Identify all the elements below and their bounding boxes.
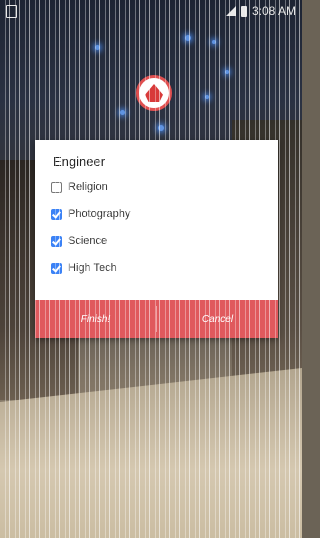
notification-icon	[6, 4, 17, 18]
option-high-tech[interactable]: High Tech	[51, 258, 117, 278]
checkbox-checked-icon[interactable]	[51, 235, 62, 247]
cancel-button[interactable]: Cancel	[157, 300, 278, 338]
option-label: Science	[68, 235, 108, 247]
light-dot	[120, 110, 125, 115]
option-label: Religion	[68, 181, 108, 193]
checkbox-checked-icon[interactable]	[51, 262, 62, 274]
option-label: High Tech	[68, 262, 117, 274]
option-religion[interactable]: Religion	[51, 177, 108, 197]
dialog-button-bar: Finish! Cancel	[35, 300, 278, 338]
finish-button[interactable]: Finish!	[35, 300, 156, 338]
option-photography[interactable]: Photography	[51, 204, 130, 224]
light-dot	[212, 40, 216, 44]
checkbox-checked-icon[interactable]	[51, 208, 62, 220]
light-dot	[225, 70, 229, 74]
status-time: 3:08 AM	[251, 4, 296, 18]
status-bar: 3:08 AM	[0, 0, 302, 22]
signal-icon	[225, 6, 236, 16]
light-dot	[95, 45, 100, 50]
light-dot	[158, 125, 164, 131]
option-science[interactable]: Science	[51, 231, 107, 251]
interest-dialog: Engineer Religion Photography Science Hi…	[35, 140, 278, 338]
light-dot	[205, 95, 209, 99]
option-label: Photography	[68, 208, 131, 220]
battery-icon	[240, 5, 247, 17]
dialog-title: Engineer	[53, 154, 106, 169]
checkbox-icon[interactable]	[51, 181, 62, 193]
avatar-icon	[145, 84, 163, 102]
light-dot	[185, 35, 191, 41]
avatar[interactable]	[136, 75, 172, 111]
